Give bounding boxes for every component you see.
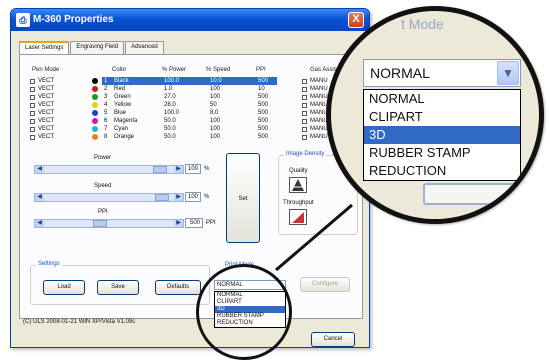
callout-title: t Mode [401,16,444,32]
callout-option[interactable]: CLIPART [364,108,520,126]
callout-print-mode-select[interactable]: NORMAL ▼ [363,59,521,87]
chevron-down-icon[interactable]: ▼ [497,61,519,85]
callout-option[interactable]: RUBBER STAMP [364,144,520,162]
callout-option[interactable]: 3D [364,126,520,144]
callout-option[interactable]: REDUCTION [364,162,520,180]
callout-background-button [423,183,523,205]
callout-selected-value: NORMAL [370,65,430,81]
magnified-callout: t Mode NORMAL ▼ NORMAL CLIPART 3D RUBBER ST… [326,6,544,224]
callout-dropdown-list: NORMAL CLIPART 3D RUBBER STAMP REDUCTION [363,89,521,181]
callout-option[interactable]: NORMAL [364,90,520,108]
